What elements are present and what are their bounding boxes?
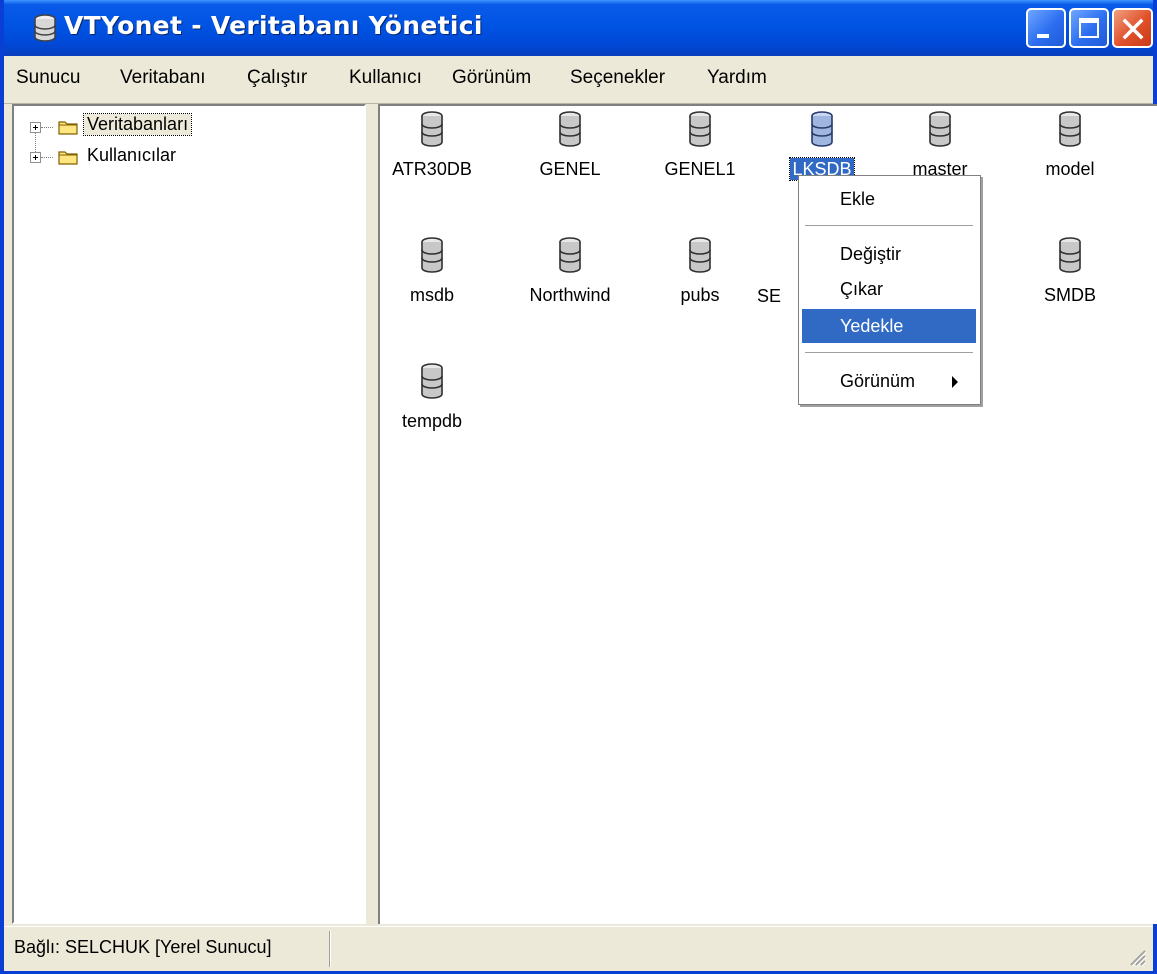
menu-yardim[interactable]: Yardım	[707, 67, 767, 89]
database-list-view[interactable]: ATR30DB GENEL GENEL1 LKSDB master model …	[378, 104, 1157, 924]
title-bar[interactable]: VTYonet - Veritabanı Yönetici	[4, 0, 1153, 56]
context-item-gorunum-label: Görünüm	[840, 371, 916, 391]
context-item-cikar[interactable]: Çıkar	[802, 272, 976, 306]
tree-item-kullanicilar[interactable]: Kullanıcılar	[84, 145, 179, 166]
resize-grip-icon[interactable]	[1125, 945, 1147, 967]
menu-calistir[interactable]: Çalıştır	[247, 67, 307, 89]
database-icon	[689, 111, 711, 147]
expand-icon[interactable]	[30, 152, 41, 163]
folder-icon	[58, 121, 78, 135]
context-menu: Ekle Değiştir Çıkar Yedekle Görünüm	[798, 175, 981, 405]
tree-connector	[41, 157, 53, 158]
menu-bar: Sunucu Veritabanı Çalıştır Kullanıcı Gör…	[4, 56, 1153, 104]
minimize-button[interactable]	[1026, 8, 1066, 48]
database-icon	[689, 237, 711, 273]
menu-secenekler[interactable]: Seçenekler	[570, 67, 665, 89]
tree-pane[interactable]: Veritabanları Kullanıcılar	[12, 104, 366, 924]
database-label: tempdb	[401, 411, 463, 431]
database-icon	[559, 111, 581, 147]
menu-sunucu[interactable]: Sunucu	[16, 67, 80, 89]
context-item-ekle[interactable]: Ekle	[802, 182, 976, 216]
tree-item-veritabanlari[interactable]: Veritabanları	[82, 113, 193, 136]
folder-icon	[58, 151, 78, 165]
database-label: Northwind	[529, 285, 611, 305]
database-icon	[34, 14, 56, 42]
database-icon	[811, 111, 833, 147]
database-item[interactable]: pubs	[640, 237, 760, 323]
minimize-icon	[1037, 34, 1049, 38]
database-label: pubs	[680, 285, 720, 305]
database-icon	[1059, 111, 1081, 147]
expand-icon[interactable]	[30, 122, 41, 133]
maximize-icon	[1079, 18, 1099, 38]
database-icon	[559, 237, 581, 273]
status-bar: Bağlı: SELCHUK [Yerel Sunucu]	[4, 926, 1153, 971]
database-icon	[421, 363, 443, 399]
database-item[interactable]: GENEL	[510, 111, 630, 197]
context-item-gorunum[interactable]: Görünüm	[802, 364, 976, 398]
connection-status: Bağlı: SELCHUK [Yerel Sunucu]	[14, 937, 272, 957]
database-label: model	[1045, 159, 1095, 179]
close-button[interactable]	[1112, 8, 1153, 48]
close-icon	[1122, 18, 1144, 40]
app-window: VTYonet - Veritabanı Yönetici Sunucu Ver…	[0, 0, 1157, 974]
database-label: msdb	[409, 285, 454, 305]
context-item-yedekle[interactable]: Yedekle	[802, 309, 976, 343]
database-label-partial: SE	[757, 286, 782, 306]
menu-veritabani[interactable]: Veritabanı	[120, 67, 206, 89]
menu-gorunum[interactable]: Görünüm	[452, 67, 531, 89]
database-icon	[1059, 237, 1081, 273]
database-item[interactable]: msdb	[372, 237, 492, 323]
database-item[interactable]: tempdb	[372, 363, 492, 449]
menu-separator	[805, 225, 973, 226]
database-item[interactable]: SMDB	[1010, 237, 1130, 323]
database-icon	[421, 111, 443, 147]
menu-kullanici[interactable]: Kullanıcı	[349, 67, 422, 89]
status-divider	[329, 931, 331, 967]
pane-splitter[interactable]	[366, 104, 378, 924]
database-item[interactable]: GENEL1	[640, 111, 760, 197]
database-label: GENEL1	[664, 159, 736, 179]
database-item[interactable]: model	[1010, 111, 1130, 197]
database-label: GENEL	[539, 159, 601, 179]
tree-connector	[41, 127, 53, 128]
context-item-degistir[interactable]: Değiştir	[802, 237, 976, 271]
database-item[interactable]: Northwind	[510, 237, 630, 323]
menu-separator	[805, 352, 973, 353]
database-item[interactable]: ATR30DB	[372, 111, 492, 197]
maximize-button[interactable]	[1069, 8, 1109, 48]
window-title: VTYonet - Veritabanı Yönetici	[64, 11, 483, 40]
database-label: ATR30DB	[392, 159, 472, 179]
database-icon	[421, 237, 443, 273]
submenu-arrow-icon	[952, 376, 958, 388]
database-label: SMDB	[1043, 285, 1096, 305]
database-icon	[929, 111, 951, 147]
